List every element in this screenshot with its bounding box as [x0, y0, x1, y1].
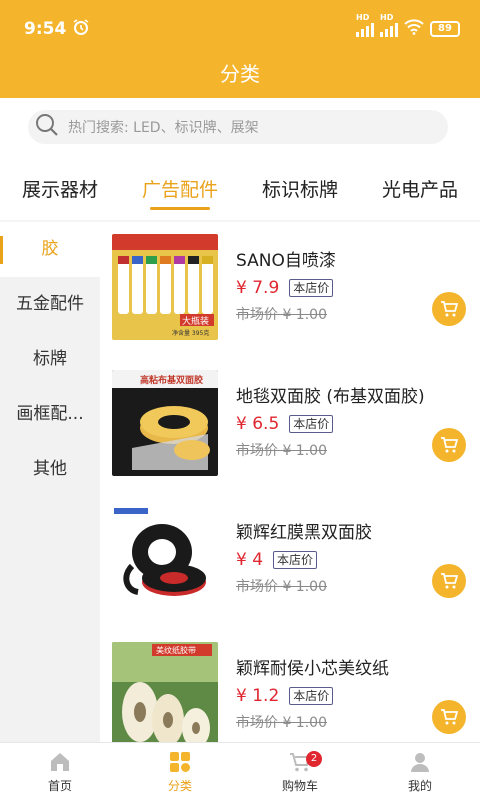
thumb-label-2: 净含量 395克 — [172, 330, 210, 337]
product-list: 大瓶装 净含量 395克 SANO自喷漆 ¥ 7.9 本店价 市场价 ¥ 1.0… — [100, 222, 480, 742]
product-image[interactable] — [112, 506, 218, 612]
price-tag: 本店价 — [289, 415, 334, 433]
tab-cart-label: 购物车 — [281, 779, 318, 793]
product-card[interactable]: 颖辉红膜黑双面胶 ¥ 4 本店价 市场价 ¥ 1.00 — [100, 494, 480, 630]
user-icon — [411, 753, 429, 772]
add-to-cart-button[interactable] — [432, 700, 466, 734]
market-price: 市场价 ¥ 1.00 — [236, 307, 327, 323]
product-image[interactable]: 大瓶装 净含量 395克 — [112, 234, 218, 340]
cart-icon — [441, 709, 458, 725]
product-name[interactable]: SANO自喷漆 — [236, 246, 336, 271]
signal-icon-2: HD — [380, 13, 398, 37]
tab-home-label: 首页 — [47, 779, 72, 793]
price-tag: 本店价 — [289, 279, 334, 297]
market-price: 市场价 ¥ 1.00 — [236, 579, 327, 595]
price-row: ¥ 6.5 本店价 — [236, 414, 334, 434]
tab-profile[interactable]: 我的 — [360, 743, 480, 800]
signal-icon: HD — [356, 13, 374, 37]
sidebar-item-hardware[interactable]: 五金配件 — [0, 277, 100, 332]
sidebar-item-other[interactable]: 其他 — [0, 442, 100, 497]
product-card[interactable]: 高粘布基双面胶 地毯双面胶 (布基双面胶) ¥ 6.5 本店价 市场价 ¥ 1.… — [100, 358, 480, 494]
product-card[interactable]: 美纹纸胶带 颖辉耐侯小芯美纹纸 ¥ 1.2 本店价 市场价 ¥ 1.00 — [100, 630, 480, 742]
market-price: 市场价 ¥ 1.00 — [236, 715, 327, 731]
tab-cart[interactable]: 2 购物车 — [240, 743, 360, 800]
tab-home[interactable]: 首页 — [0, 743, 120, 800]
thumb-label: 高粘布基双面胶 — [140, 376, 204, 386]
category-tabs: 展示器材 广告配件 标识标牌 光电产品 — [0, 160, 480, 220]
cart-icon — [441, 573, 458, 589]
header-bar: 9:54 HD HD 89 分类 — [0, 0, 480, 98]
price-row: ¥ 7.9 本店价 — [236, 278, 334, 298]
tab-category-label: 分类 — [167, 779, 192, 793]
cart-badge: 2 — [306, 751, 322, 767]
subcategory-sidebar: 胶 五金配件 标牌 画框配... 其他 — [0, 222, 100, 742]
price-tag: 本店价 — [289, 687, 334, 705]
product-name[interactable]: 颖辉红膜黑双面胶 — [236, 518, 372, 543]
add-to-cart-button[interactable] — [432, 564, 466, 598]
sidebar-item-glue[interactable]: 胶 — [0, 222, 100, 277]
tab-category[interactable]: 分类 — [120, 743, 240, 800]
thumb-label: 大瓶装 — [182, 317, 210, 327]
cart-icon — [441, 437, 458, 453]
tab-display-equipment[interactable]: 展示器材 — [0, 160, 120, 220]
search-placeholder: 热门搜索: LED、标识牌、展架 — [68, 120, 259, 136]
product-price: ¥ 4 — [236, 550, 264, 570]
market-price: 市场价 ¥ 1.00 — [236, 443, 327, 459]
search-input[interactable]: 热门搜索: LED、标识牌、展架 — [28, 110, 448, 144]
sidebar-item-frames[interactable]: 画框配... — [0, 387, 100, 442]
product-price: ¥ 7.9 — [236, 278, 280, 298]
product-card[interactable]: 大瓶装 净含量 395克 SANO自喷漆 ¥ 7.9 本店价 市场价 ¥ 1.0… — [100, 222, 480, 358]
price-row: ¥ 4 本店价 — [236, 550, 318, 570]
price-tag: 本店价 — [273, 551, 318, 569]
add-to-cart-button[interactable] — [432, 292, 466, 326]
status-bar: 9:54 HD HD 89 — [24, 13, 460, 42]
sidebar-item-signs[interactable]: 标牌 — [0, 332, 100, 387]
product-image[interactable]: 高粘布基双面胶 — [112, 370, 218, 476]
category-icon — [170, 752, 190, 772]
tab-ad-accessories[interactable]: 广告配件 — [120, 160, 240, 220]
tab-signage[interactable]: 标识标牌 — [240, 160, 360, 220]
product-name[interactable]: 地毯双面胶 (布基双面胶) — [236, 382, 425, 407]
home-icon — [51, 753, 69, 771]
product-price: ¥ 6.5 — [236, 414, 280, 434]
thumb-label: 美纹纸胶带 — [156, 646, 196, 655]
search-section: 热门搜索: LED、标识牌、展架 — [0, 98, 480, 160]
wifi-icon — [404, 18, 424, 40]
alarm-icon — [72, 18, 90, 41]
tab-optoelectronics[interactable]: 光电产品 — [360, 160, 480, 220]
product-image[interactable]: 美纹纸胶带 — [112, 642, 218, 742]
battery-indicator: 89 — [430, 21, 460, 37]
add-to-cart-button[interactable] — [432, 428, 466, 462]
status-time: 9:54 — [24, 19, 67, 39]
page-title: 分类 — [220, 62, 260, 86]
product-name[interactable]: 颖辉耐侯小芯美纹纸 — [236, 654, 389, 679]
bottom-tab-bar: 首页 分类 2 购物车 我的 — [0, 742, 480, 800]
cart-icon — [441, 301, 458, 317]
tab-profile-label: 我的 — [407, 779, 432, 793]
price-row: ¥ 1.2 本店价 — [236, 686, 334, 706]
search-icon — [34, 112, 60, 142]
product-price: ¥ 1.2 — [236, 686, 280, 706]
